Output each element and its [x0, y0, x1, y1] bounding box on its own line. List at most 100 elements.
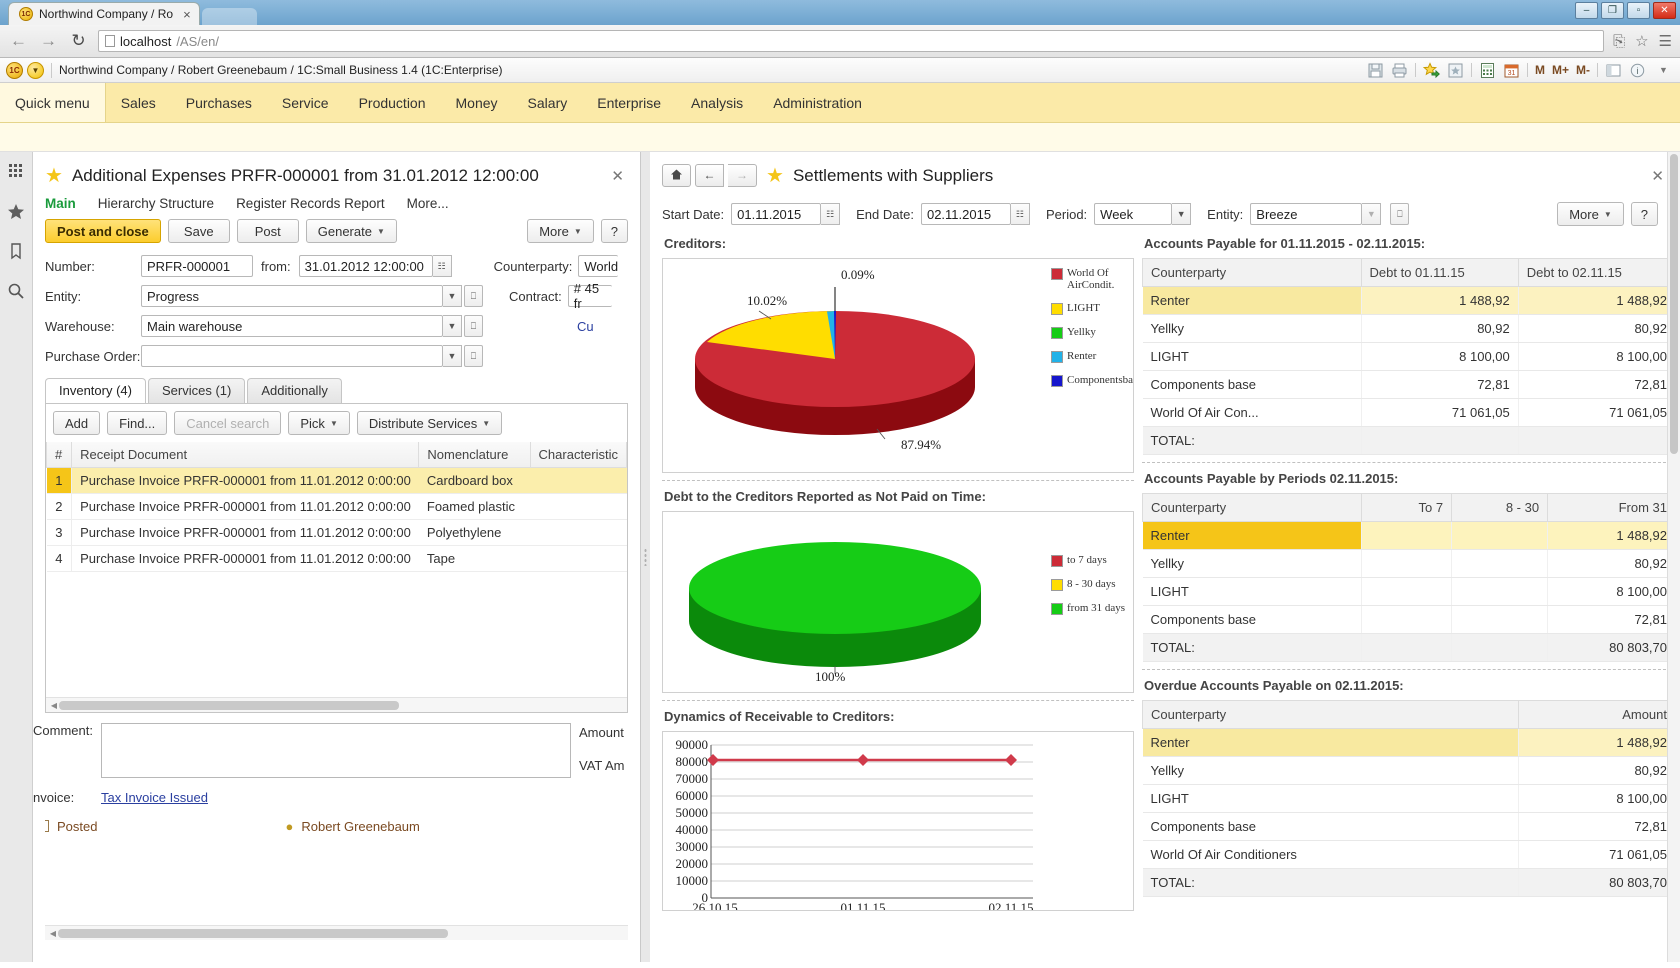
table-row[interactable]: Renter 1 488,92: [1142, 521, 1676, 550]
column-header-debt-01[interactable]: Debt to 01.11.15: [1360, 258, 1519, 287]
table-row[interactable]: LIGHT 8 100,00: [1142, 577, 1676, 606]
favorites-icon[interactable]: [1447, 62, 1464, 79]
history-icon[interactable]: [5, 242, 27, 264]
table-row[interactable]: Yellky 80,92: [1142, 756, 1677, 785]
period-dropdown-icon[interactable]: ▼: [1172, 203, 1192, 225]
print-icon[interactable]: [1391, 62, 1408, 79]
back-icon[interactable]: ←: [8, 31, 29, 51]
table-row[interactable]: Renter 1 488,92 1 488,92: [1142, 286, 1677, 315]
menu-item-salary[interactable]: Salary: [513, 83, 583, 122]
table-row[interactable]: 2 Purchase Invoice PRFR-000001 from 11.0…: [46, 493, 627, 520]
column-header-characteristic[interactable]: Characteristic: [529, 442, 628, 468]
calculator-icon[interactable]: [1479, 62, 1496, 79]
apps-grid-icon[interactable]: [5, 162, 27, 184]
generate-button[interactable]: Generate ▼: [305, 219, 397, 243]
menu-item-quick-menu[interactable]: Quick menu: [0, 83, 106, 122]
warehouse-dropdown-icon[interactable]: ▼: [443, 315, 462, 337]
find-button[interactable]: Find...: [107, 411, 168, 435]
tab-register-records-report[interactable]: Register Records Report: [236, 196, 385, 211]
translate-icon[interactable]: ⎘: [1613, 33, 1625, 50]
column-header-to-7[interactable]: To 7: [1360, 493, 1453, 522]
period-input[interactable]: Week: [1094, 203, 1173, 225]
contract-input[interactable]: # 45 fr: [567, 281, 612, 311]
start-date-input[interactable]: 01.11.2015: [731, 203, 822, 225]
search-icon[interactable]: [5, 282, 27, 304]
report-vertical-scrollbar[interactable]: [1667, 152, 1680, 962]
scrollbar-thumb[interactable]: [59, 700, 399, 710]
distribute-services-button[interactable]: Distribute Services ▼: [356, 411, 503, 435]
creditors-pie-chart[interactable]: 0.09% 10.02% 87.94% World Of AirCondit. …: [662, 258, 1134, 473]
tab-services[interactable]: Services (1): [147, 378, 246, 403]
legend-item[interactable]: Componentsbase: [1051, 374, 1133, 387]
entity-dropdown-icon[interactable]: ▼: [1362, 203, 1382, 225]
table-row[interactable]: Renter 1 488,92: [1142, 728, 1677, 757]
end-date-calendar-icon[interactable]: ☷: [1010, 203, 1030, 225]
column-header-nomenclature[interactable]: Nomenclature: [418, 442, 531, 468]
dynamics-line-chart[interactable]: 90000 80000 70000 60000 50000 40000 3000…: [662, 731, 1134, 911]
save-button[interactable]: Save: [167, 219, 230, 243]
menu-item-purchases[interactable]: Purchases: [171, 83, 267, 122]
tab-hierarchy-structure[interactable]: Hierarchy Structure: [98, 196, 214, 211]
warehouse-open-icon[interactable]: ⎕: [464, 315, 483, 337]
table-row[interactable]: World Of Air Conditioners 71 061,05: [1142, 840, 1677, 869]
menu-item-sales[interactable]: Sales: [106, 83, 171, 122]
home-button[interactable]: [662, 164, 691, 187]
start-date-calendar-icon[interactable]: ☷: [821, 203, 841, 225]
report-back-button[interactable]: ←: [695, 164, 724, 187]
table-row[interactable]: Components base 72,81: [1142, 812, 1677, 841]
post-button[interactable]: Post: [236, 219, 299, 243]
table-row[interactable]: 3 Purchase Invoice PRFR-000001 from 11.0…: [46, 519, 627, 546]
post-and-close-button[interactable]: Post and close: [45, 219, 161, 243]
menu-item-production[interactable]: Production: [344, 83, 441, 122]
legend-item[interactable]: World Of AirCondit.: [1051, 267, 1129, 291]
address-bar[interactable]: localhost/AS/en/: [98, 30, 1605, 52]
column-header-counterparty[interactable]: Counterparty: [1142, 493, 1362, 522]
more-button[interactable]: More ▼: [527, 219, 594, 243]
purchase-order-input[interactable]: [141, 345, 443, 367]
tax-invoice-link[interactable]: Tax Invoice Issued: [101, 790, 208, 805]
tab-main[interactable]: Main: [45, 196, 76, 211]
bookmark-star-icon[interactable]: ☆: [1635, 32, 1648, 50]
pick-button[interactable]: Pick ▼: [288, 411, 350, 435]
table-row[interactable]: World Of Air Con... 71 061,05 71 061,05: [1142, 398, 1677, 427]
entity-input[interactable]: Progress: [141, 285, 443, 307]
info-icon[interactable]: i: [1629, 62, 1646, 79]
table-row[interactable]: Yellky 80,92: [1142, 549, 1676, 578]
column-header-8-30[interactable]: 8 - 30: [1451, 493, 1549, 522]
window-minimize-button[interactable]: –: [1575, 2, 1598, 19]
calendar-picker-icon[interactable]: ☷: [432, 255, 452, 277]
date-input[interactable]: 31.01.2012 12:00:00: [298, 255, 433, 277]
table-row[interactable]: Components base 72,81 72,81: [1142, 370, 1677, 399]
document-horizontal-scrollbar[interactable]: ◀: [45, 925, 628, 940]
entity-open-icon[interactable]: ⎕: [464, 285, 483, 307]
window-restore-button[interactable]: ❐: [1601, 2, 1624, 19]
tab-close-icon[interactable]: ×: [179, 7, 191, 22]
report-help-button[interactable]: ?: [1630, 202, 1658, 226]
memory-plus-button[interactable]: M+: [1552, 63, 1569, 77]
menu-item-enterprise[interactable]: Enterprise: [582, 83, 676, 122]
column-header-index[interactable]: #: [45, 442, 73, 468]
table-row[interactable]: Components base 72,81: [1142, 605, 1676, 634]
column-header-from-31[interactable]: From 31: [1547, 493, 1676, 522]
add-favorite-icon[interactable]: [1422, 61, 1440, 79]
table-row[interactable]: LIGHT 8 100,00 8 100,00: [1142, 342, 1677, 371]
save-icon[interactable]: [1367, 62, 1384, 79]
legend-item[interactable]: 8 - 30 days: [1051, 578, 1129, 591]
new-tab-button[interactable]: [201, 8, 257, 25]
memory-button[interactable]: M: [1535, 63, 1545, 77]
legend-item[interactable]: from 31 days: [1051, 602, 1129, 615]
column-header-debt-02[interactable]: Debt to 02.11.15: [1517, 258, 1677, 287]
calendar-icon[interactable]: 31: [1503, 62, 1520, 79]
add-button[interactable]: Add: [53, 411, 101, 435]
favorite-star-icon[interactable]: ★: [45, 163, 63, 188]
scroll-left-icon[interactable]: ◀: [49, 701, 59, 710]
column-header-counterparty[interactable]: Counterparty: [1142, 700, 1519, 729]
tab-more[interactable]: More...: [407, 196, 449, 211]
window-maximize-button[interactable]: ▫: [1627, 2, 1650, 19]
purchase-order-open-icon[interactable]: ⎕: [464, 345, 483, 367]
menu-item-administration[interactable]: Administration: [758, 83, 877, 122]
table-row[interactable]: 4 Purchase Invoice PRFR-000001 from 11.0…: [46, 545, 627, 572]
forward-icon[interactable]: →: [38, 31, 59, 51]
scrollbar-thumb[interactable]: [1670, 154, 1678, 454]
menu-item-analysis[interactable]: Analysis: [676, 83, 758, 122]
